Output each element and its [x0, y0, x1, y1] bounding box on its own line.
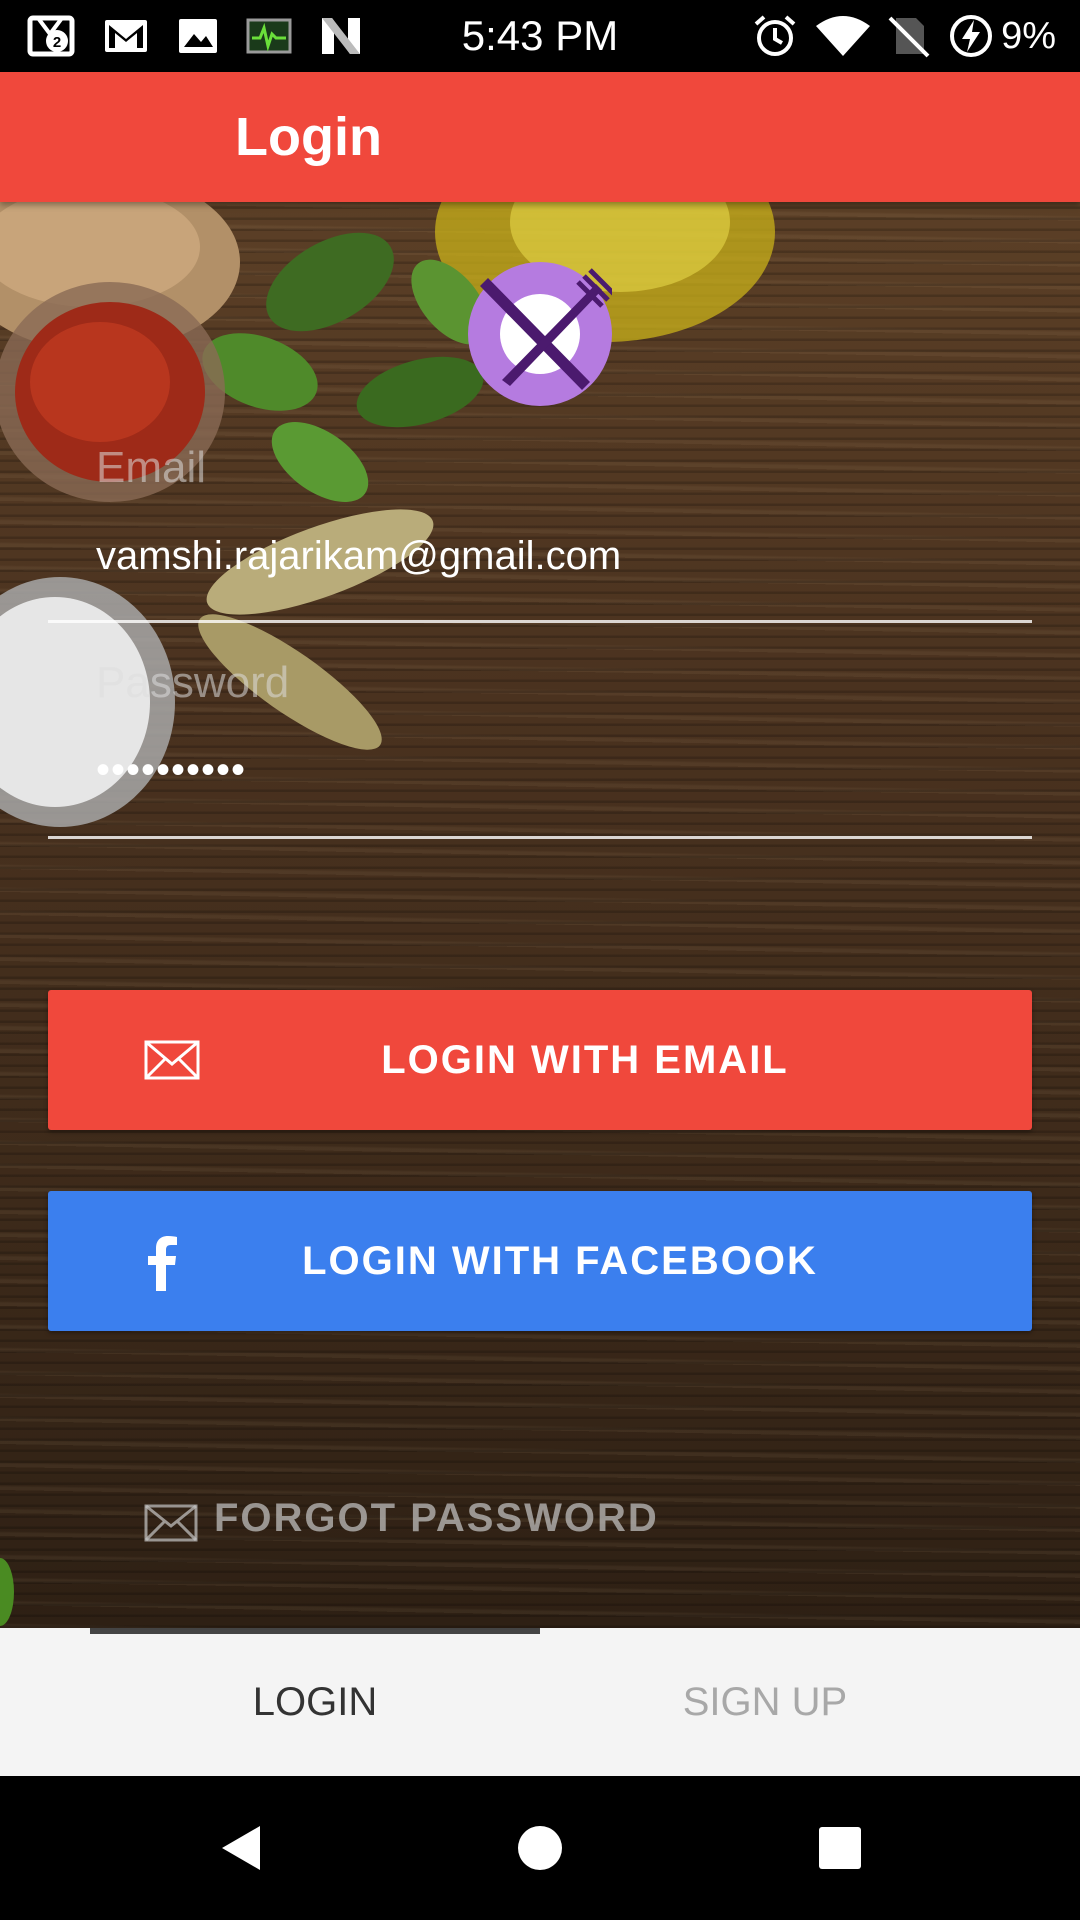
wifi-icon [816, 16, 870, 56]
alarm-icon [754, 15, 796, 56]
login-with-email-label: LOGIN WITH EMAIL [381, 1038, 789, 1082]
status-bar: 2 5:43 PM 9% [0, 0, 1080, 72]
app-logo [468, 262, 616, 406]
battery-percent: 9% [1001, 15, 1056, 57]
login-with-email-button[interactable]: LOGIN WITH EMAIL [48, 990, 1032, 1130]
email-underline [48, 620, 1032, 623]
email-field[interactable]: vamshi.rajarikam@gmail.com [96, 528, 996, 584]
login-with-facebook-button[interactable]: LOGIN WITH FACEBOOK [48, 1191, 1032, 1331]
back-icon[interactable] [180, 1776, 300, 1920]
forgot-password-label: FORGOT PASSWORD [214, 1496, 659, 1540]
navigation-bar [0, 1776, 1080, 1920]
login-with-facebook-label: LOGIN WITH FACEBOOK [302, 1239, 818, 1283]
login-background [0, 202, 1080, 1628]
envelope-icon [144, 1504, 198, 1542]
battery-charging-icon [950, 15, 992, 57]
email-label: Email [96, 443, 207, 492]
tab-login[interactable]: LOGIN [90, 1628, 540, 1776]
plate-cutlery-icon [480, 268, 616, 390]
recents-icon[interactable] [780, 1776, 900, 1920]
home-icon[interactable] [480, 1776, 600, 1920]
password-field[interactable]: •••••••••• [96, 742, 996, 798]
background-photo [0, 202, 775, 1626]
bottom-tab-bar: LOGIN SIGN UP [0, 1628, 1080, 1776]
password-underline [48, 836, 1032, 839]
app-bar: Login [0, 72, 1080, 202]
password-label: Password [96, 658, 290, 707]
page-title: Login [235, 107, 382, 167]
tab-sign-up[interactable]: SIGN UP [540, 1628, 990, 1776]
no-sim-icon [888, 16, 930, 58]
